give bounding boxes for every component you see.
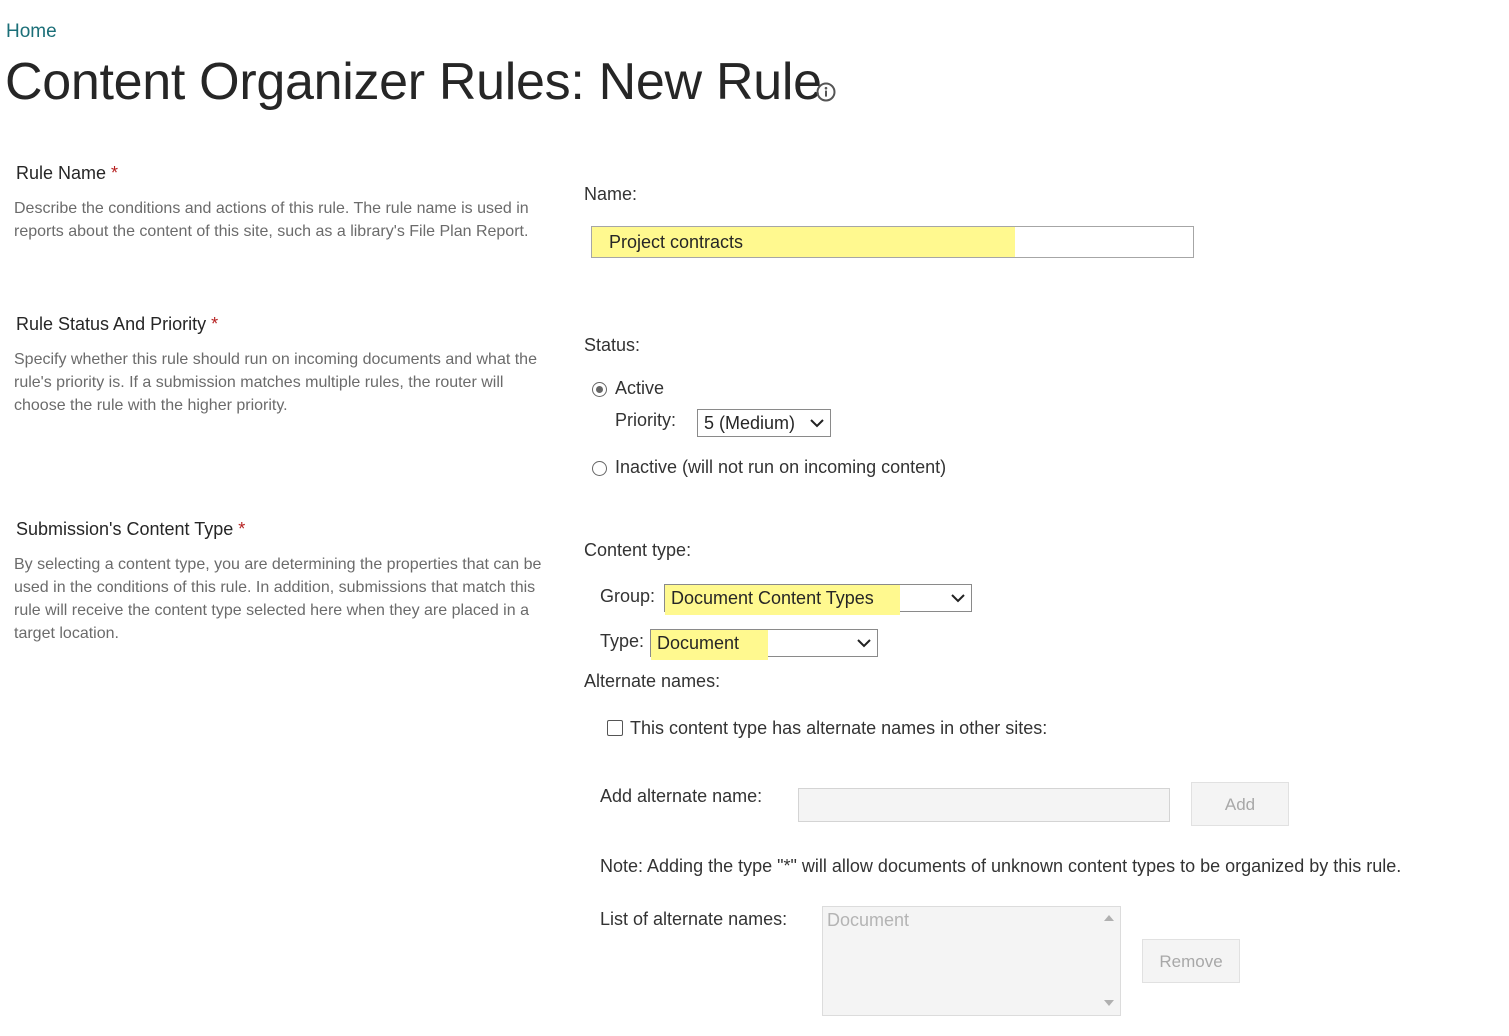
rule-name-description: Describe the conditions and actions of t… [14,200,529,240]
group-label: Group: [600,586,656,606]
alternate-names-list-label: List of alternate names: [600,909,788,929]
rule-name-title-text: Rule Name [16,163,107,183]
group-select-value: Document Content Types [671,588,874,608]
remove-button[interactable]: Remove [1142,939,1240,983]
priority-select[interactable]: 5 (Medium) [697,409,831,437]
status-description: Specify whether this rule should run on … [14,351,537,414]
active-radio[interactable] [592,382,607,397]
priority-select-value: 5 (Medium) [704,413,796,433]
scroll-down-icon[interactable] [1104,1000,1114,1006]
inactive-radio-label[interactable]: Inactive (will not run on incoming conte… [615,457,946,478]
alternate-names-label: Alternate names: [584,671,721,691]
page-title: Content Organizer Rules: New Rule [5,53,822,111]
alternate-name-input[interactable] [798,788,1170,822]
required-marker: * [238,519,246,539]
breadcrumb-home-link[interactable]: Home [6,21,57,43]
rule-name-input[interactable]: Project contracts [591,226,1194,258]
add-alternate-name-label: Add alternate name: [600,786,763,806]
content-type-description: By selecting a content type, you are det… [14,556,542,642]
active-radio-label[interactable]: Active [615,378,664,399]
required-marker: * [111,163,119,183]
info-icon[interactable] [815,81,837,103]
alternate-names-checkbox[interactable] [607,720,623,736]
type-label: Type: [600,631,645,651]
list-item[interactable]: Document [827,910,909,931]
alternate-names-listbox[interactable]: Document [822,906,1121,1016]
alternate-names-checkbox-label[interactable]: This content type has alternate names in… [630,718,1047,739]
content-type-title-text: Submission's Content Type [16,519,234,539]
chevron-down-icon [810,419,824,428]
status-title-text: Rule Status And Priority [16,314,207,334]
name-field-label: Name: [584,184,638,204]
content-type-field-label: Content type: [584,540,692,560]
type-select-value: Document [657,633,740,653]
scroll-up-icon[interactable] [1104,915,1114,921]
priority-label: Priority: [615,410,677,430]
required-marker: * [211,314,219,334]
add-button[interactable]: Add [1191,782,1289,826]
inactive-radio[interactable] [592,461,607,476]
chevron-down-icon [857,639,871,648]
wildcard-note: Note: Adding the type "*" will allow doc… [600,856,1402,876]
chevron-down-icon [951,594,965,603]
status-section-title: Rule Status And Priority * [16,314,218,335]
group-select[interactable]: Document Content Types [664,584,972,615]
rule-name-section-title: Rule Name * [16,163,118,184]
status-field-label: Status: [584,335,641,355]
content-type-section-title: Submission's Content Type * [16,519,245,540]
type-select[interactable]: Document [650,629,878,660]
